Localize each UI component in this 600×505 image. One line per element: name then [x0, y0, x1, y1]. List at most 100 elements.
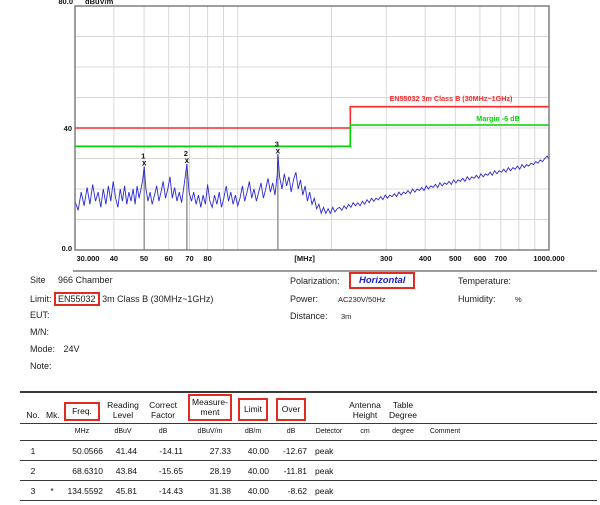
- x-tick-label: 1000.000: [533, 254, 564, 263]
- x-tick-label: 70: [185, 254, 193, 263]
- site-label: Site: [30, 275, 46, 285]
- power-label: Power:: [290, 294, 318, 304]
- cell-correct: -15.65: [140, 461, 186, 481]
- unit-no: [20, 424, 46, 441]
- y-tick-label-40: 40: [64, 124, 72, 133]
- humidity-label: Humidity:: [458, 294, 496, 304]
- cell-filler: [466, 461, 597, 481]
- x-tick-label: [MHz]: [294, 254, 315, 263]
- eut-row: EUT:: [30, 310, 50, 320]
- unit-detector: Detector: [310, 424, 348, 441]
- cell-over: -11.81: [272, 461, 310, 481]
- unit-freq: MHz: [58, 424, 106, 441]
- y-axis-unit-label: dBuV/m: [85, 0, 114, 6]
- cell-no: 2: [20, 461, 46, 481]
- distance-value: 3m: [341, 312, 351, 321]
- cell-correct: -14.43: [140, 481, 186, 501]
- humidity-unit: %: [515, 295, 522, 304]
- header-correct-factor: CorrectFactor: [140, 392, 186, 424]
- header-reading-level: ReadingLevel: [106, 392, 140, 424]
- polarization-value-highlight: Horizontal: [349, 272, 415, 289]
- header-comment-spacer: [424, 392, 466, 424]
- limit-standard: EN55032: [58, 294, 96, 304]
- unit-over: dB: [272, 424, 310, 441]
- cell-antenna: [348, 441, 382, 461]
- cell-table: [382, 441, 424, 461]
- cell-reading: 43.84: [106, 461, 140, 481]
- cell-over: -12.67: [272, 441, 310, 461]
- x-tick-label: 500: [449, 254, 462, 263]
- cell-measurement: 27.33: [186, 441, 234, 461]
- header-detector-spacer: [310, 392, 348, 424]
- mode-label: Mode:: [30, 344, 55, 354]
- unit-filler: [466, 424, 597, 441]
- mode-row: Mode: 24V: [30, 344, 80, 354]
- measurement-header-highlight: Measure-ment: [188, 394, 232, 421]
- table-row-2: 2 68.6310 43.84 -15.65 28.19 40.00 -11.8…: [20, 461, 597, 481]
- cell-mk: *: [46, 481, 58, 501]
- limit-line-label-1: EN55032 3m Class B (30MHz~1GHz): [390, 94, 513, 103]
- cell-measurement: 28.19: [186, 461, 234, 481]
- cell-comment: [424, 461, 466, 481]
- cell-detector: peak: [310, 481, 348, 501]
- header-no: No.: [20, 392, 46, 424]
- header-measurement: Measure-ment: [186, 392, 234, 424]
- table-header-row: No. Mk. Freq. ReadingLevel CorrectFactor…: [20, 392, 597, 424]
- site-value: 966 Chamber: [58, 275, 113, 285]
- mn-row: M/N:: [30, 327, 49, 337]
- header-freq: Freq.: [58, 392, 106, 424]
- cell-filler: [466, 481, 597, 501]
- x-tick-label: 600: [474, 254, 487, 263]
- y-tick-label-0: 0.0: [62, 244, 72, 253]
- header-limit: Limit: [234, 392, 272, 424]
- cell-table: [382, 481, 424, 501]
- cell-limit: 40.00: [234, 481, 272, 501]
- unit-table: degree: [382, 424, 424, 441]
- cell-over: -8.62: [272, 481, 310, 501]
- emi-test-report-page: EN55032 3m Class B (30MHz~1GHz) Margin -6…: [0, 0, 600, 505]
- power-value: AC230V/50Hz: [338, 295, 386, 304]
- unit-limit: dB/m: [234, 424, 272, 441]
- limit-row: Limit: EN55032 3m Class B (30MHz~1GHz): [30, 292, 213, 306]
- cell-reading: 41.44: [106, 441, 140, 461]
- cell-filler: [466, 441, 597, 461]
- cell-freq: 68.6310: [58, 461, 106, 481]
- cell-freq: 134.5592: [58, 481, 106, 501]
- header-table-degree: TableDegree: [382, 392, 424, 424]
- cell-limit: 40.00: [234, 441, 272, 461]
- x-tick-label: 80: [203, 254, 211, 263]
- x-tick-label: 60: [165, 254, 173, 263]
- x-tick-label: 40: [110, 254, 118, 263]
- limit-line-label-2: Margin -6 dB: [476, 114, 520, 123]
- unit-comment: Comment: [424, 424, 466, 441]
- marker-number-2: 2: [184, 149, 188, 158]
- limit-label: Limit:: [30, 294, 52, 304]
- mode-value: 24V: [64, 344, 80, 354]
- table-row-3: 3 * 134.5592 45.81 -14.43 31.38 40.00 -8…: [20, 481, 597, 501]
- header-mk: Mk.: [46, 392, 58, 424]
- y-axis-top-label: 80.0: [58, 0, 73, 6]
- x-tick-label: 300: [380, 254, 393, 263]
- cell-comment: [424, 441, 466, 461]
- cell-no: 3: [20, 481, 46, 501]
- marker-number-1: 1: [141, 152, 145, 161]
- distance-label: Distance:: [290, 311, 328, 321]
- cell-detector: peak: [310, 441, 348, 461]
- x-tick-label: 30.000: [77, 254, 100, 263]
- temperature-label: Temperature:: [458, 276, 511, 286]
- cell-no: 1: [20, 441, 46, 461]
- x-tick-label: 700: [495, 254, 508, 263]
- eut-label: EUT:: [30, 310, 50, 320]
- unit-mk: [46, 424, 58, 441]
- header-over: Over: [272, 392, 310, 424]
- mn-label: M/N:: [30, 327, 49, 337]
- cell-table: [382, 461, 424, 481]
- emission-spectrum-chart: EN55032 3m Class B (30MHz~1GHz) Margin -6…: [0, 0, 600, 266]
- limit-standard-highlight: EN55032: [54, 292, 100, 306]
- unit-reading: dBuV: [106, 424, 140, 441]
- over-header-highlight: Over: [276, 398, 306, 421]
- cell-detector: peak: [310, 461, 348, 481]
- marker-number-3: 3: [275, 139, 279, 148]
- unit-antenna: cm: [348, 424, 382, 441]
- cell-correct: -14.11: [140, 441, 186, 461]
